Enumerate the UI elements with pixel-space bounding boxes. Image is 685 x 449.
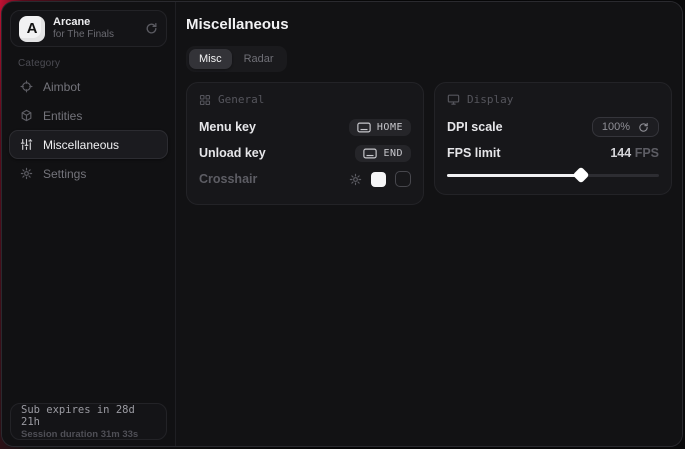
refresh-icon [638,122,649,133]
fps-slider-fill [447,174,581,177]
sidebar: A Arcane for The Finals Category [2,2,176,446]
menu-key-row: Menu key HOME [199,114,411,140]
general-card: General Menu key HOME Unload key [186,82,424,205]
display-card: Display DPI scale 100% FPS limit [434,82,672,195]
crosshair-color-swatch[interactable] [371,172,386,187]
fps-unit: FPS [635,146,659,160]
main-content: Miscellaneous Misc Radar General [176,2,682,446]
crosshair-settings-button[interactable] [349,173,362,186]
fps-limit-label: FPS limit [447,146,500,160]
sidebar-nav: Aimbot Entities Miscellaneous [9,72,168,188]
dpi-scale-row: DPI scale 100% [447,114,659,140]
monitor-icon [447,93,460,106]
sidebar-item-label: Settings [43,167,86,181]
sidebar-item-aimbot[interactable]: Aimbot [9,72,168,101]
sidebar-item-settings[interactable]: Settings [9,159,168,188]
crosshair-label: Crosshair [199,172,257,186]
unload-key-label: Unload key [199,146,266,160]
avatar: A [19,16,45,42]
sync-button[interactable] [145,22,158,35]
fps-slider-thumb[interactable] [572,167,589,184]
fps-limit-row: FPS limit 144 FPS [447,140,659,166]
app-window: A Arcane for The Finals Category [1,1,683,447]
sync-icon [145,22,158,35]
cards-row: General Menu key HOME Unload key [186,82,672,205]
menu-key-value: HOME [377,122,403,133]
sidebar-item-label: Aimbot [43,80,80,94]
sub-expiry-text: Sub expires in 28d 21h [21,404,156,428]
display-card-title: Display [467,93,513,106]
dpi-scale-control[interactable]: 100% [592,117,659,137]
general-card-title: General [218,93,264,106]
fps-number: 144 [610,146,631,160]
unload-key-value: END [383,148,403,159]
crosshair-controls [349,171,411,187]
tab-radar[interactable]: Radar [234,49,284,69]
dpi-scale-label: DPI scale [447,120,503,134]
cube-icon [20,109,33,122]
gear-icon [349,173,362,186]
unload-key-button[interactable]: END [355,145,411,162]
crosshair-row: Crosshair [199,166,411,192]
fps-slider[interactable] [447,168,659,182]
brand-title: Arcane [53,16,137,29]
sidebar-item-label: Miscellaneous [43,138,119,152]
crosshair-icon [20,80,33,93]
session-duration-text: Session duration 31m 33s [21,429,156,440]
subscription-card: Sub expires in 28d 21h Session duration … [10,403,167,440]
fps-limit-value: 144 FPS [610,146,659,160]
category-label: Category [18,58,60,69]
display-card-header: Display [447,93,659,106]
menu-key-label: Menu key [199,120,256,134]
brand-subtitle: for The Finals [53,29,137,41]
keyboard-icon [357,122,371,133]
brand-text: Arcane for The Finals [53,16,137,40]
brand-card: A Arcane for The Finals [10,10,167,47]
tab-misc[interactable]: Misc [189,49,232,69]
general-card-header: General [199,93,411,106]
tab-bar: Misc Radar [186,46,287,72]
dpi-scale-value: 100% [602,121,630,133]
sidebar-item-entities[interactable]: Entities [9,101,168,130]
unload-key-row: Unload key END [199,140,411,166]
sidebar-item-miscellaneous[interactable]: Miscellaneous [9,130,168,159]
sliders-icon [20,138,33,151]
page-title: Miscellaneous [186,16,289,33]
crosshair-checkbox[interactable] [395,171,411,187]
menu-key-button[interactable]: HOME [349,119,411,136]
grid-icon [199,94,211,106]
sidebar-item-label: Entities [43,109,82,123]
gear-icon [20,167,33,180]
keyboard-icon [363,148,377,159]
